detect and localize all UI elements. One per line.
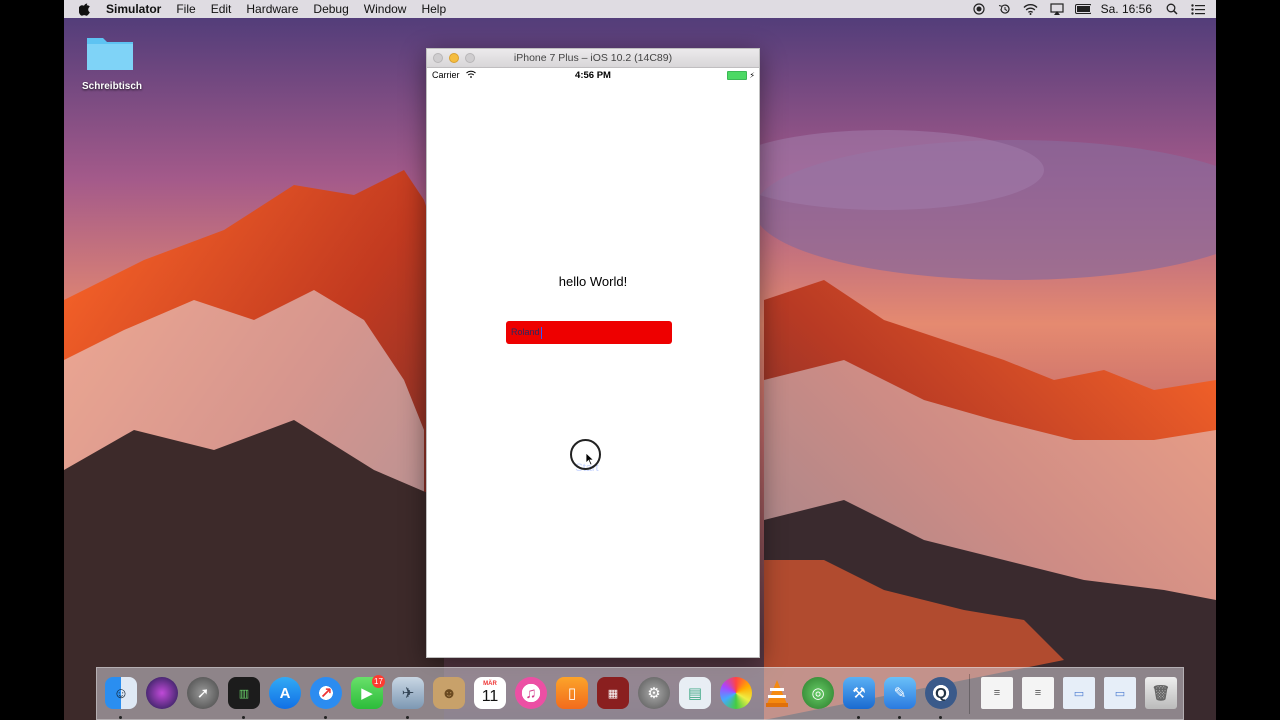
calendar-icon[interactable]: MÄR 11 [474,677,506,709]
photos-icon[interactable] [720,677,752,709]
spotlight-icon[interactable] [1164,2,1180,16]
vlc-icon[interactable] [761,677,793,709]
system-preferences-icon[interactable]: ⚙ [638,677,670,709]
time-machine-icon[interactable] [997,2,1013,16]
folder-icon [87,38,133,70]
menu-bar: Simulator File Edit Hardware Debug Windo… [64,0,1216,18]
text-field-value: Roland [511,327,540,337]
window-icon-2[interactable]: ▭ [1104,677,1136,709]
macos-desktop: Simulator File Edit Hardware Debug Windo… [64,0,1216,720]
dock: ☺ ➚ ▥ A ↗ ▶ 17 ✈ ☻ MÄR 11 ♫ ▯ ▦ ⚙ ▤ ◎ ⚒ … [96,667,1184,720]
siri-icon[interactable] [146,677,178,709]
ios-status-time: 4:56 PM [575,70,611,81]
safari-icon[interactable]: ↗ [310,677,342,709]
menu-file[interactable]: File [176,0,195,18]
facetime-badge: 17 [372,675,385,688]
document-icon[interactable]: ≡ [981,677,1013,709]
preview-icon[interactable]: ▤ [679,677,711,709]
window-icon[interactable]: ▭ [1063,677,1095,709]
menu-extras: Sa. 16:56 [971,0,1216,18]
folder-label: Schreibtisch [82,81,143,92]
activity-monitor-icon[interactable]: ▥ [228,677,260,709]
app-store-icon[interactable]: A [269,677,301,709]
menu-clock[interactable]: Sa. 16:56 [1101,2,1152,16]
ibooks-icon[interactable]: ▯ [556,677,588,709]
ios-battery-icon: ⚡ [727,71,755,80]
desktop-folder[interactable]: Schreibtisch [82,32,143,92]
charging-bolt-icon: ⚡ [749,71,755,80]
trash-icon[interactable]: 🗑 [1145,677,1177,709]
xcode-icon[interactable]: ⚒ [843,677,875,709]
iphone-screen: Carrier 4:56 PM ⚡ hello World! Roland St… [427,68,759,657]
airplay-icon[interactable] [1049,2,1065,16]
itunes-icon[interactable]: ♫ [515,677,547,709]
name-text-field[interactable]: Roland [506,321,672,344]
menu-debug[interactable]: Debug [313,0,348,18]
mail-icon[interactable]: ✈ [392,677,424,709]
text-cursor [540,326,542,339]
calendar-day: 11 [481,688,499,705]
record-icon[interactable] [971,2,987,16]
quicktime-icon[interactable]: Q [925,677,957,709]
photo-booth-icon[interactable]: ▦ [597,677,629,709]
document-icon-2[interactable]: ≡ [1022,677,1054,709]
mouse-pointer-icon [585,452,595,466]
network-icon[interactable]: ◎ [802,677,834,709]
simulator-window: iPhone 7 Plus – iOS 10.2 (14C89) Carrier… [426,48,760,658]
launchpad-icon[interactable]: ➚ [187,677,219,709]
menu-app-name[interactable]: Simulator [106,0,161,18]
wifi-icon[interactable] [1023,2,1039,16]
window-title: iPhone 7 Plus – iOS 10.2 (14C89) [513,52,673,64]
menu-help[interactable]: Help [421,0,446,18]
facetime-icon[interactable]: ▶ 17 [351,675,385,709]
notification-center-icon[interactable] [1190,2,1206,16]
ios-status-bar: Carrier 4:56 PM ⚡ [427,68,759,82]
window-titlebar[interactable]: iPhone 7 Plus – iOS 10.2 (14C89) [427,49,759,68]
menu-window[interactable]: Window [364,0,407,18]
hello-label: hello World! [558,274,628,289]
contacts-icon[interactable]: ☻ [433,677,465,709]
finder-icon[interactable]: ☺ [105,677,137,709]
calendar-month: MÄR [483,681,497,687]
menu-hardware[interactable]: Hardware [246,0,298,18]
battery-icon[interactable] [1074,2,1091,16]
menu-edit[interactable]: Edit [211,0,232,18]
apple-menu-icon[interactable] [78,0,92,18]
xcode-tools-icon[interactable]: ✎ [884,677,916,709]
